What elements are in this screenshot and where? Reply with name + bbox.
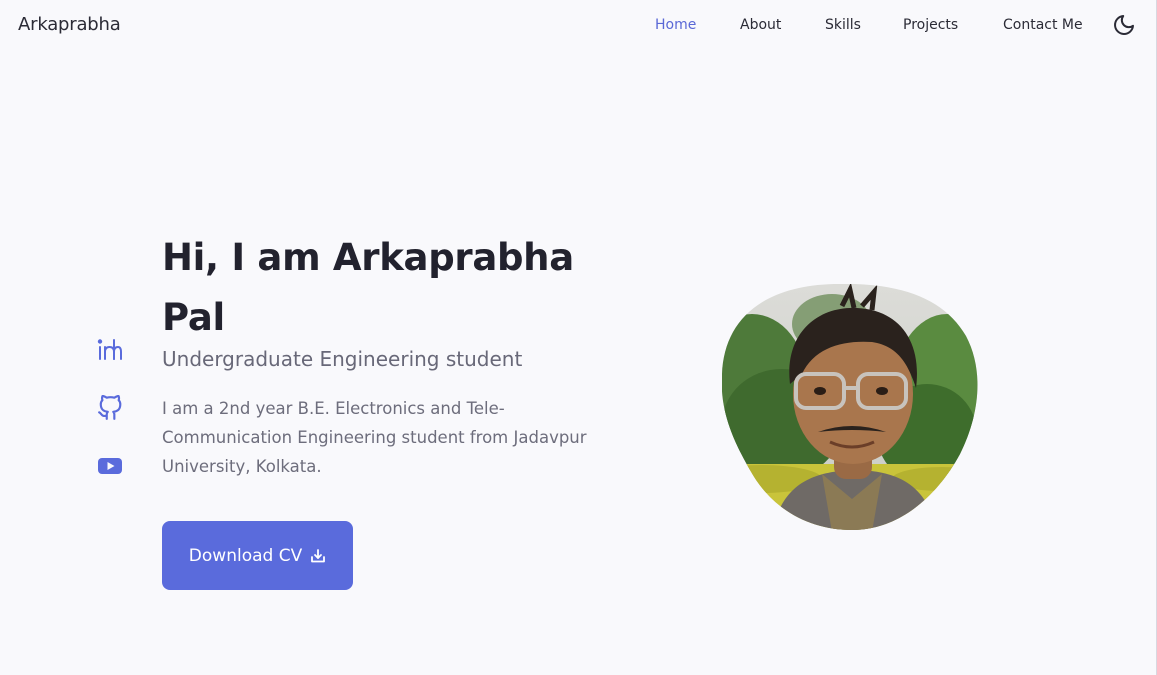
site-logo[interactable]: Arkaprabha: [18, 14, 121, 35]
nav-link-about[interactable]: About: [740, 17, 781, 33]
download-cv-label: Download CV: [188, 545, 303, 566]
hero-subtitle: Undergraduate Engineering student: [162, 347, 523, 371]
navbar: Arkaprabha Home About Skills Projects Co…: [0, 0, 1157, 52]
download-cv-button[interactable]: Download CV: [162, 521, 353, 590]
github-icon[interactable]: [97, 394, 123, 421]
hero-description: I am a 2nd year B.E. Electronics and Tel…: [162, 399, 587, 476]
nav-link-skills[interactable]: Skills: [825, 17, 861, 33]
youtube-icon[interactable]: [97, 453, 123, 479]
nav-link-contact[interactable]: Contact Me: [1003, 17, 1083, 33]
nav-link-projects[interactable]: Projects: [903, 17, 958, 33]
linkedin-icon[interactable]: [97, 337, 123, 363]
profile-photo: [721, 283, 980, 532]
nav-link-home[interactable]: Home: [655, 17, 696, 33]
download-icon: [311, 548, 326, 562]
hero-title: Hi, I am Arkaprabha Pal: [162, 236, 574, 339]
moon-icon[interactable]: [1112, 13, 1136, 37]
